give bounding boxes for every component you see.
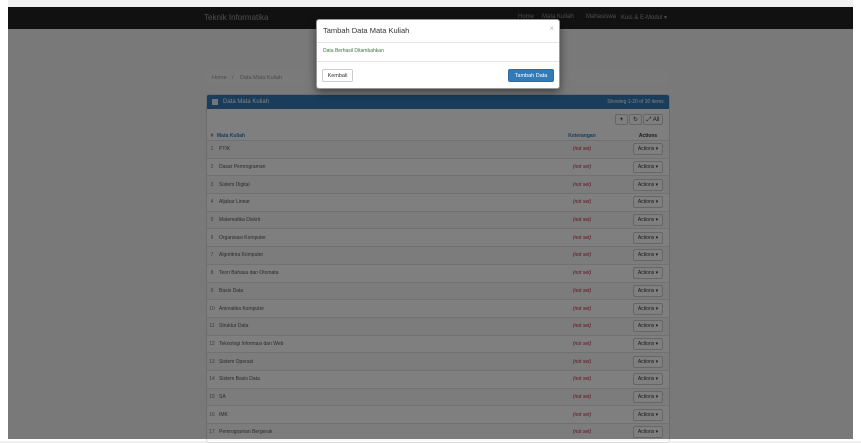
right-margin xyxy=(853,0,861,441)
left-margin xyxy=(0,0,8,441)
add-data-button[interactable]: Tambah Data xyxy=(508,69,554,82)
back-button[interactable]: Kembali xyxy=(322,69,353,82)
modal-footer: Kembali Tambah Data xyxy=(317,61,559,89)
success-message: Data Berhasil Ditambahkan xyxy=(323,48,384,54)
modal-header: Tambah Data Mata Kuliah × xyxy=(317,20,559,43)
modal-title: Tambah Data Mata Kuliah xyxy=(323,26,410,35)
add-course-modal: Tambah Data Mata Kuliah × Data Berhasil … xyxy=(316,19,560,89)
close-icon[interactable]: × xyxy=(549,24,554,33)
